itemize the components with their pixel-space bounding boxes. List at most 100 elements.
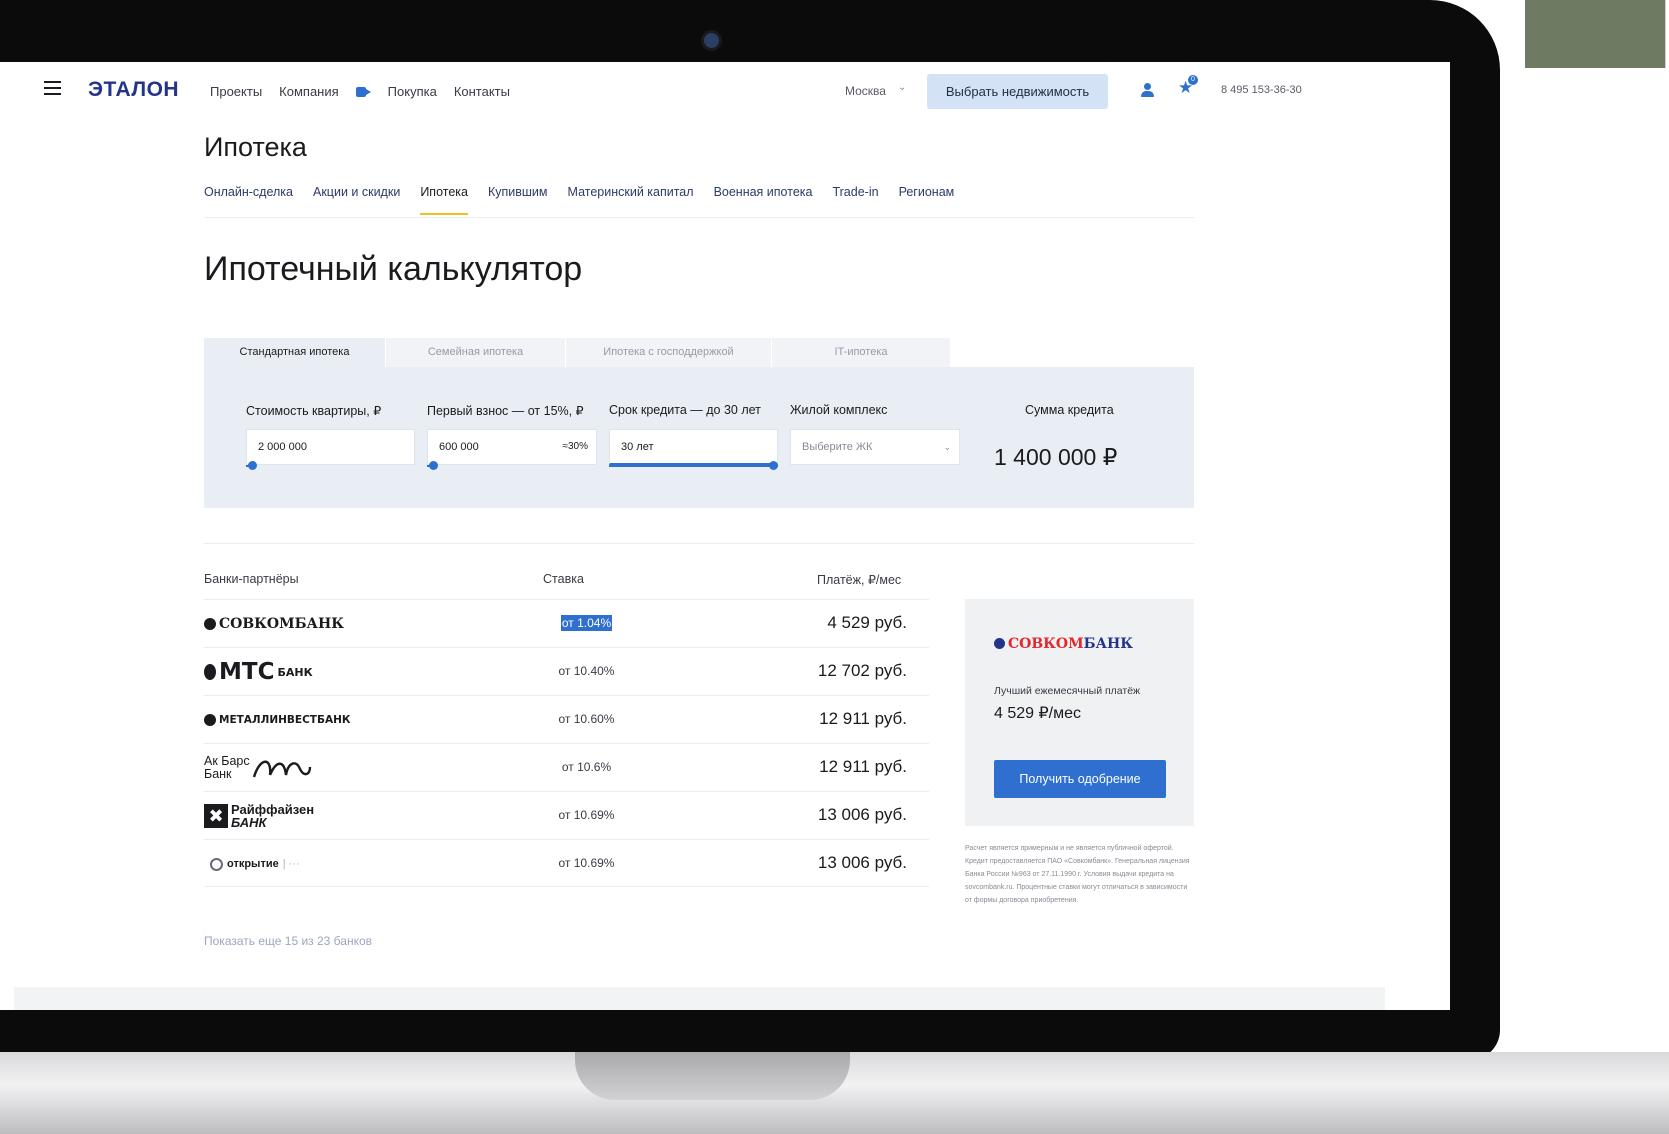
page-title: Ипотека [204,132,307,162]
bank-rate: от 10.40% [558,664,615,678]
chevron-down-icon: ⌄ [943,442,951,452]
term-value: 30 лет [621,441,654,453]
complex-label: Жилой комплекс [790,403,888,417]
subnav-trade-in[interactable]: Trade-in [832,185,878,215]
price-label: Стоимость квартиры, ₽ [246,404,382,418]
raiffeisen-logo-icon: ✖ [204,804,228,828]
user-icon[interactable] [1141,83,1155,97]
term-input[interactable]: 30 лет [609,429,778,465]
bank-rate: от 10.6% [561,760,612,774]
show-more-banks-link[interactable]: Показать еще 15 из 23 банков [204,934,372,948]
down-payment-slider-handle[interactable] [429,461,438,470]
favorites-badge: 0 [1188,75,1198,85]
bank-logo-raiffeisen: ✖ Райффайзен БАНК [204,792,314,840]
nav-item-contacts[interactable]: Контакты [454,84,510,99]
loan-sum-label: Сумма кредита [1025,403,1114,417]
bank-payment: 12 702 руб. [817,661,907,680]
table-row[interactable]: ✖ Райффайзен БАНК от 10.69% 13 006 руб. [204,791,929,839]
phone-number[interactable]: 8 495 153-36-30 [1221,84,1302,96]
nav-item-projects[interactable]: Проекты [210,84,262,99]
table-row[interactable]: МТС БАНК от 10.40% 12 702 руб. [204,647,929,695]
browser-screen: ЭТАЛОН Проекты Компания Покупка Контакты… [0,62,1450,1010]
bank-logo-metallinvestbank: МЕТАЛЛИНВЕСТБАНК [204,696,350,744]
nav-item-purchase[interactable]: Покупка [388,84,437,99]
subnav-military-mortgage[interactable]: Военная ипотека [714,185,813,215]
complex-select[interactable]: Выберите ЖК ⌄ [790,429,960,465]
best-offer-card: СОВКОМБАНК Лучший ежемесячный платёж 4 5… [965,599,1194,826]
bank-payment: 12 911 руб. [819,757,907,776]
mts-egg-icon [204,664,216,680]
bank-payment: 4 529 руб. [827,613,907,632]
akbars-logo-icon [252,760,311,778]
subnav-online-deal[interactable]: Онлайн-сделка [204,185,293,215]
subnav-divider [204,217,1194,218]
bank-payment: 13 006 руб. [817,853,907,872]
site-logo[interactable]: ЭТАЛОН [88,78,179,102]
laptop-notch [575,1052,850,1100]
best-offer-sum: 4 529 ₽/мес [994,705,1082,722]
tab-it-mortgage[interactable]: IT-ипотека [772,338,951,367]
down-payment-value: 600 000 [439,441,479,453]
price-value: 2 000 000 [258,441,307,453]
video-icon[interactable] [355,86,371,97]
best-offer-note: Лучший ежемесячный платёж [994,685,1141,697]
calculator-title: Ипотечный калькулятор [204,250,583,288]
city-selector[interactable]: Москва [845,84,886,98]
down-payment-input[interactable]: 600 000 ≈30% [427,429,597,465]
subnav-maternity-capital[interactable]: Материнский капитал [568,185,694,215]
tab-state-support-mortgage[interactable]: Ипотека с господдержкой [566,338,772,367]
subnav-promotions[interactable]: Акции и скидки [313,185,400,215]
table-row[interactable]: Ак Барс Банк от 10.6% 12 911 руб. [204,743,929,791]
complex-placeholder: Выберите ЖК [802,441,873,453]
section-divider [204,543,1194,544]
metallinvestbank-logo-icon [204,714,216,726]
table-row[interactable]: открытие | ··· от 10.69% 13 006 руб. [204,839,929,887]
bank-logo-sovcombank: СОВКОМБАНК [204,600,344,648]
disclaimer-text: Расчет является примерным и не является … [965,845,1190,904]
term-slider-handle[interactable] [769,461,778,470]
bank-rate: от 10.69% [558,856,615,870]
column-header-payment: Платёж, ₽/мес [817,573,902,587]
main-nav: Проекты Компания Покупка Контакты [210,84,527,99]
term-label: Срок кредита — до 30 лет [609,403,761,417]
choose-property-button[interactable]: Выбрать недвижимость [927,74,1108,109]
footer-strip [14,987,1385,1010]
bank-logo-mts: МТС БАНК [204,648,313,696]
chevron-down-icon[interactable]: ⌄ [898,82,906,93]
get-approval-button[interactable]: Получить одобрение [994,760,1166,798]
bank-rate: от 1.04% [560,615,613,631]
price-input[interactable]: 2 000 000 [246,429,415,465]
bank-rate: от 10.60% [558,712,615,726]
term-slider-track[interactable] [609,465,778,467]
nav-item-company[interactable]: Компания [279,84,339,99]
bank-logo-akbars: Ак Барс Банк [204,744,314,792]
table-row[interactable]: СОВКОМБАНК от 1.04% 4 529 руб. [204,599,929,647]
tab-standard-mortgage[interactable]: Стандартная ипотека [204,338,386,367]
bank-logo-otkritie: открытие | ··· [204,840,300,888]
menu-icon[interactable] [44,81,61,95]
site-header: ЭТАЛОН Проекты Компания Покупка Контакты… [0,62,1450,120]
loan-sum-value: 1 400 000 ₽ [994,444,1118,470]
table-row[interactable]: МЕТАЛЛИНВЕСТБАНК от 10.60% 12 911 руб. [204,695,929,743]
sovcombank-logo-icon [994,638,1005,649]
subnav-buyers[interactable]: Купившим [488,185,548,215]
bank-payment: 12 911 руб. [819,709,907,728]
column-header-banks: Банки-партнёры [204,572,299,586]
laptop-frame: ██ ЭТАЛОН Проекты Компания Покупка Конта… [0,0,1669,1134]
column-header-rate: Ставка [543,572,584,586]
best-offer-bank-logo: СОВКОМБАНК [994,636,1133,652]
bank-payment: 13 006 руб. [817,805,907,824]
down-payment-label: Первый взнос — от 15%, ₽ [427,404,584,418]
subnav-regions[interactable]: Регионам [899,185,955,215]
tab-family-mortgage[interactable]: Семейная ипотека [386,338,566,367]
camera-icon [704,33,719,48]
subnav-mortgage[interactable]: Ипотека [420,185,468,215]
otkritie-logo-icon [210,857,223,871]
background-building-image: ██ [1525,0,1665,68]
calculator-panel: Стоимость квартиры, ₽ 2 000 000 Первый в… [204,367,1194,508]
sovcombank-logo-icon [204,618,216,630]
price-slider-handle[interactable] [248,461,257,470]
bank-rate: от 10.69% [558,808,615,822]
down-payment-percent: ≈30% [562,441,588,452]
section-subnav: Онлайн-сделка Акции и скидки Ипотека Куп… [204,185,974,215]
